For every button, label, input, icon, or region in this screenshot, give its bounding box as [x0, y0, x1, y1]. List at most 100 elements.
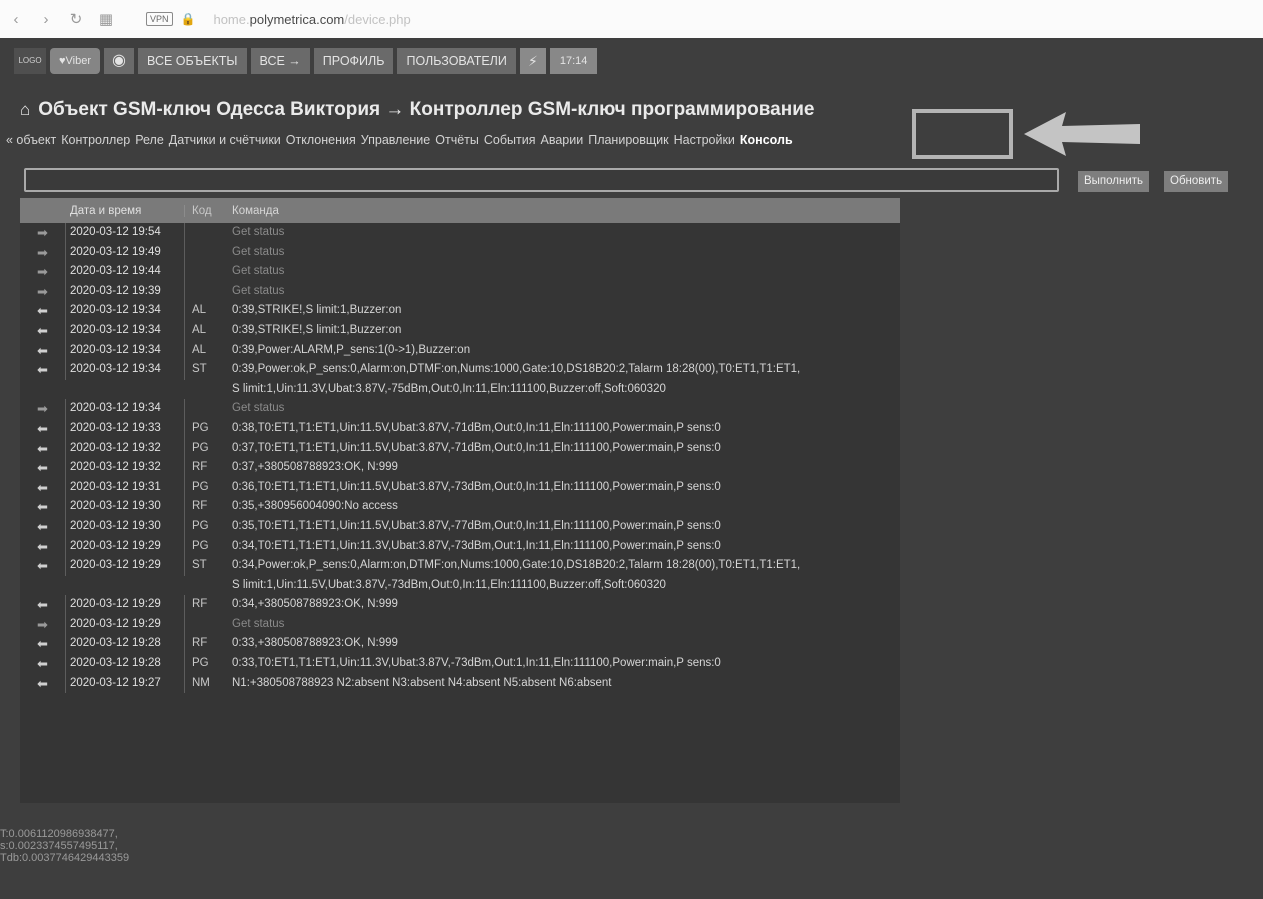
- row-command: 0:34,+380508788923:OK, N:999: [232, 595, 900, 615]
- row-command-line: 0:35,T0:ET1,T1:ET1,Uin:11.5V,Ubat:3.87V,…: [232, 519, 721, 532]
- incoming-arrow-icon: ⬅: [20, 301, 66, 321]
- all-objects-button[interactable]: ВСЕ ОБЪЕКТЫ: [138, 48, 247, 74]
- nav-link-sensors[interactable]: Датчики и счётчики: [169, 133, 281, 147]
- lock-icon: 🔒: [180, 12, 196, 26]
- row-code: PG: [192, 480, 209, 493]
- row-command-line: Get status: [232, 402, 285, 415]
- address-bar[interactable]: home.polymetrica.com/device.php: [213, 12, 410, 27]
- row-command: Get status: [232, 262, 900, 282]
- run-button[interactable]: Выполнить: [1078, 171, 1150, 192]
- users-button[interactable]: ПОЛЬЗОВАТЕЛИ: [397, 48, 516, 74]
- row-datetime: 2020-03-12 19:32: [66, 458, 185, 478]
- power-icon[interactable]: ⚡: [519, 48, 546, 74]
- all-button[interactable]: ВСЕ →: [250, 48, 310, 74]
- table-row: ⬅ 2020-03-12 19:29 PG 0:34,T0:ET1,T1:ET1,Ui…: [20, 536, 900, 557]
- row-datetime: 2020-03-12 19:29: [66, 595, 185, 615]
- nav-link-scheduler[interactable]: Планировщик: [588, 133, 668, 147]
- object-nav: « объект Контроллер Реле Датчики и счётч…: [6, 133, 793, 147]
- incoming-arrow-icon: ⬅: [20, 477, 66, 498]
- incoming-arrow-icon: ⬅: [20, 673, 66, 694]
- vpn-badge[interactable]: VPN: [146, 12, 173, 26]
- incoming-arrow-icon: ⬅: [20, 634, 66, 655]
- location-icon[interactable]: ◉: [104, 48, 135, 74]
- row-command-line: 0:34,Power:ok,P_sens:0,Alarm:on,DTMF:on,…: [232, 559, 801, 572]
- row-command: Get status: [232, 399, 900, 419]
- row-command-line: Get status: [232, 617, 285, 630]
- nav-link-reports[interactable]: Отчёты: [435, 133, 479, 147]
- row-code: PG: [192, 441, 209, 454]
- row-datetime: 2020-03-12 19:29: [66, 556, 185, 576]
- table-row: ➡ 2020-03-12 19:29 Get status: [20, 614, 900, 635]
- nav-link-deviations[interactable]: Отклонения: [286, 133, 356, 147]
- home-icon[interactable]: ⌂: [20, 100, 30, 120]
- stat-line: Tdb:0.0037746429443359: [0, 852, 130, 864]
- table-row: ⬅ 2020-03-12 19:34 ST 0:39,Power:ok,P_sens:…: [20, 360, 900, 399]
- row-datetime: 2020-03-12 19:27: [66, 673, 185, 694]
- nav-link-events[interactable]: События: [484, 133, 536, 147]
- incoming-arrow-icon: ⬅: [20, 497, 66, 517]
- stat-line: T:0.0061120986938477,: [0, 828, 118, 840]
- row-command-line: N1:+380508788923 N2:absent N3:absent N4:…: [232, 676, 612, 689]
- row-command: 0:37,+380508788923:OK, N:999: [232, 458, 900, 478]
- forward-icon[interactable]: ›: [38, 11, 54, 28]
- row-code: PG: [192, 519, 209, 532]
- row-command-line: S limit:1,Uin:11.3V,Ubat:3.87V,-75dBm,Ou…: [232, 382, 666, 395]
- incoming-arrow-icon: ⬅: [20, 340, 66, 361]
- row-code: NM: [192, 676, 210, 689]
- incoming-arrow-icon: ⬅: [20, 654, 66, 674]
- table-row: ⬅ 2020-03-12 19:29 ST 0:34,Power:ok,P_sens:…: [20, 556, 900, 595]
- incoming-arrow-icon: ⬅: [20, 516, 66, 537]
- row-command: Get status: [232, 282, 900, 302]
- grid-icon[interactable]: ▦: [98, 10, 114, 28]
- outgoing-arrow-icon: ➡: [20, 223, 66, 243]
- row-command: 0:34,Power:ok,P_sens:0,Alarm:on,DTMF:on,…: [232, 556, 900, 595]
- profile-button[interactable]: ПРОФИЛЬ: [313, 48, 394, 74]
- row-datetime: 2020-03-12 19:29: [66, 614, 185, 635]
- row-command: Get status: [232, 223, 900, 243]
- row-code: RF: [192, 500, 208, 513]
- table-row: ⬅ 2020-03-12 19:34 AL 0:39,STRIKE!,S limit:…: [20, 301, 900, 321]
- row-code: PG: [192, 539, 209, 552]
- clock: 17:14: [549, 48, 598, 74]
- row-command: N1:+380508788923 N2:absent N3:absent N4:…: [232, 674, 900, 694]
- row-command: 0:38,T0:ET1,T1:ET1,Uin:11.5V,Ubat:3.87V,…: [232, 419, 900, 439]
- row-code: ST: [192, 363, 207, 376]
- table-row: ➡ 2020-03-12 19:49 Get status: [20, 242, 900, 263]
- nav-link-relays[interactable]: Реле: [135, 133, 164, 147]
- row-command-line: 0:39,Power:ALARM,P_sens:1(0->1),Buzzer:o…: [232, 343, 471, 356]
- row-datetime: 2020-03-12 19:32: [66, 438, 185, 459]
- nav-link-settings[interactable]: Настройки: [674, 133, 735, 147]
- row-command-line: Get status: [232, 284, 285, 297]
- row-code: ST: [192, 559, 207, 572]
- nav-link-controller[interactable]: Контроллер: [61, 133, 130, 147]
- row-datetime: 2020-03-12 19:30: [66, 497, 185, 517]
- refresh-button[interactable]: Обновить: [1164, 171, 1229, 192]
- table-row: ⬅ 2020-03-12 19:32 RF 0:37,+380508788923:OK…: [20, 458, 900, 478]
- timing-stats: T:0.0061120986938477, s:0.00233745574951…: [0, 828, 129, 864]
- reload-icon[interactable]: ↻: [68, 10, 84, 28]
- command-input[interactable]: [24, 168, 1059, 192]
- outgoing-arrow-icon: ➡: [20, 262, 66, 282]
- table-row: ⬅ 2020-03-12 19:27 NM N1:+380508788923 N2:a…: [20, 673, 900, 694]
- row-command-line: 0:39,Power:ok,P_sens:0,Alarm:on,DTMF:on,…: [232, 363, 801, 376]
- row-code: PG: [192, 421, 209, 434]
- nav-link-object[interactable]: « объект: [6, 133, 56, 147]
- row-datetime: 2020-03-12 19:49: [66, 242, 185, 263]
- top-menu: LOGO ♥Viber ◉ ВСЕ ОБЪЕКТЫ ВСЕ → ПРОФИЛЬ …: [14, 48, 598, 74]
- nav-link-control[interactable]: Управление: [361, 133, 431, 147]
- row-code: RF: [192, 637, 208, 650]
- back-icon[interactable]: ‹: [8, 11, 24, 28]
- nav-link-alarms[interactable]: Аварии: [540, 133, 583, 147]
- logo[interactable]: LOGO: [14, 48, 46, 74]
- row-command-line: 0:37,+380508788923:OK, N:999: [232, 461, 398, 474]
- row-code: AL: [192, 343, 207, 356]
- nav-link-console[interactable]: Консоль: [740, 133, 793, 147]
- incoming-arrow-icon: ⬅: [20, 418, 66, 439]
- table-row: ⬅ 2020-03-12 19:28 RF 0:33,+380508788923:OK…: [20, 634, 900, 655]
- page-title-text: Объект GSM-ключ Одесса Виктория → Контро…: [38, 99, 815, 120]
- row-datetime: 2020-03-12 19:29: [66, 536, 185, 557]
- row-command-line: 0:39,STRIKE!,S limit:1,Buzzer:on: [232, 304, 402, 317]
- table-body: ➡ 2020-03-12 19:54 Get status ➡ 2020-03-12 1…: [20, 223, 900, 694]
- viber-button[interactable]: ♥Viber: [50, 48, 101, 74]
- row-datetime: 2020-03-12 19:54: [66, 223, 185, 243]
